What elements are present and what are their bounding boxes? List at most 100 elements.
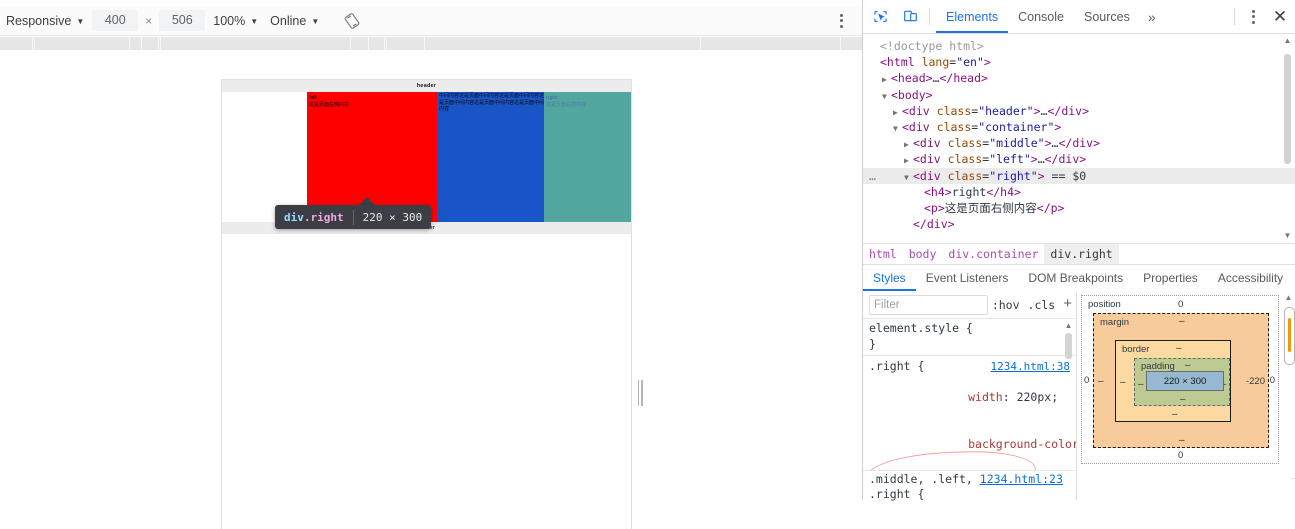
viewport-resize-handle[interactable] <box>636 375 644 411</box>
padding-bottom-value[interactable]: – <box>1180 394 1186 405</box>
viewport-height-input[interactable]: 506 <box>159 10 206 31</box>
tooltip-divider <box>352 209 354 225</box>
new-style-rule-button[interactable]: + <box>1059 295 1076 312</box>
margin-right-value[interactable]: -220 <box>1246 376 1265 387</box>
margin-bottom-value[interactable]: – <box>1179 435 1185 446</box>
padding-top-value[interactable]: – <box>1185 360 1191 371</box>
panel-tab-styles[interactable]: Styles <box>863 266 916 291</box>
tab-console[interactable]: Console <box>1008 1 1074 33</box>
declaration-value: 220px; <box>1016 390 1059 404</box>
scrollbar-thumb[interactable] <box>1065 333 1072 359</box>
tab-sources[interactable]: Sources <box>1074 1 1140 33</box>
panel-tab-properties[interactable]: Properties <box>1133 266 1208 291</box>
styles-filter-bar: Filter :hov .cls + <box>863 291 1076 319</box>
dom-tree: <!doctype html> <html lang="en"> ▶ <head>…<… <box>863 34 1295 242</box>
rotate-device-icon[interactable] <box>339 12 365 29</box>
devtools-tabbar: Elements Console Sources » ✕ <box>863 0 1295 34</box>
devtools-panel: Elements Console Sources » ✕ <!doctype h… <box>862 0 1295 501</box>
panel-tab-dom-breakpoints[interactable]: DOM Breakpoints <box>1018 266 1133 291</box>
next-style-rule[interactable]: .middle, .left, 1234.html:23 .right { <box>863 470 1076 501</box>
border-bottom-value[interactable]: – <box>1172 409 1178 420</box>
more-options-icon[interactable] <box>828 13 854 28</box>
breadcrumb-item[interactable]: div.container <box>942 244 1044 264</box>
dom-node-line[interactable]: ▶ <div class="left">…</div> <box>863 151 1295 167</box>
breadcrumb-item[interactable]: body <box>903 244 943 264</box>
dom-node-line[interactable]: ▶ <head>…</head> <box>863 70 1295 86</box>
declaration-name: background-color <box>968 436 1076 451</box>
zoom-select[interactable]: 100% ▼ <box>207 14 264 28</box>
device-emulation-toolbar: Responsive ▼ 400 × 506 100% ▼ Online ▼ <box>0 6 862 36</box>
hov-toggle[interactable]: :hov <box>988 298 1024 312</box>
close-devtools-icon[interactable]: ✕ <box>1265 7 1295 27</box>
box-model-content-size[interactable]: 220 × 300 <box>1146 371 1224 391</box>
viewport-ruler <box>0 37 862 51</box>
scroll-down-icon[interactable]: ▼ <box>1283 231 1292 240</box>
box-model-scrollbar[interactable]: ▲ <box>1283 293 1295 468</box>
styles-filter-input[interactable]: Filter <box>869 294 988 315</box>
scrollbar-thumb[interactable] <box>1284 307 1295 365</box>
margin-left-value[interactable]: – <box>1098 376 1104 387</box>
zoom-select-label: 100% <box>213 13 246 28</box>
devtools-screenshot: Responsive ▼ 400 × 506 100% ▼ Online ▼ h… <box>0 0 1295 529</box>
devtools-menu-icon[interactable] <box>1241 9 1265 24</box>
styles-scrollbar[interactable]: ▲ <box>1063 321 1074 497</box>
more-tabs-icon[interactable]: » <box>1140 1 1164 33</box>
breadcrumb: html body div.container div.right <box>863 243 1295 264</box>
margin-top-value[interactable]: – <box>1179 316 1185 327</box>
dom-node-line[interactable]: </div> <box>863 216 1295 232</box>
throttling-select[interactable]: Online ▼ <box>264 14 325 28</box>
emulated-page-canvas: header left 这是页面左侧内容 中间内容这是页面中间内容这是页面中间内… <box>0 50 862 529</box>
styles-pane: Filter :hov .cls + element.style { } .ri… <box>863 291 1077 501</box>
border-left-value[interactable]: – <box>1120 377 1126 388</box>
dom-node-line[interactable]: ▶ <div class="header">…</div> <box>863 103 1295 119</box>
scroll-up-icon[interactable]: ▲ <box>1064 321 1073 330</box>
left-heading: left <box>309 95 317 101</box>
dimension-separator: × <box>145 13 153 28</box>
declaration-background-color[interactable]: background-color: <box>869 421 1076 468</box>
device-toolbar-icon[interactable] <box>897 4 923 30</box>
rendered-page: header left 这是页面左侧内容 中间内容这是页面中间内容这是页面中间内… <box>222 80 631 529</box>
browser-viewport-area: Responsive ▼ 400 × 506 100% ▼ Online ▼ h… <box>0 0 862 529</box>
panel-tab-event-listeners[interactable]: Event Listeners <box>916 266 1019 291</box>
breadcrumb-item[interactable]: html <box>863 244 903 264</box>
scroll-up-icon[interactable]: ▲ <box>1283 36 1292 45</box>
position-bottom-value[interactable]: 0 <box>1178 450 1183 461</box>
tooltip-class: .right <box>303 210 344 224</box>
left-text: 这是页面左侧内容 <box>309 102 350 108</box>
position-right-value[interactable]: 0 <box>1270 375 1275 386</box>
inspect-element-icon[interactable] <box>867 4 893 30</box>
dom-node-line[interactable]: <html lang="en"> <box>863 54 1295 70</box>
element-style-selector: element.style { <box>869 321 973 335</box>
dom-node-line[interactable]: <p>这是页面右侧内容</p> <box>863 200 1295 216</box>
element-style-close: } <box>869 336 876 351</box>
tooltip-tag: div <box>284 210 304 224</box>
next-rule-source-link[interactable]: 1234.html:23 <box>980 472 1063 486</box>
rule-source-link[interactable]: 1234.html:38 <box>991 359 1070 375</box>
device-select[interactable]: Responsive ▼ <box>0 6 90 36</box>
cls-toggle[interactable]: .cls <box>1024 298 1060 312</box>
scroll-up-icon[interactable]: ▲ <box>1284 293 1293 302</box>
viewport-width-input[interactable]: 400 <box>92 10 139 31</box>
element-style-rule[interactable]: element.style { } <box>863 318 1076 356</box>
breadcrumb-item[interactable]: div.right <box>1044 244 1119 264</box>
dom-node-line[interactable]: … ▼ <div class="right"> == $0 <box>863 167 1295 184</box>
padding-left-value[interactable]: – <box>1138 379 1144 390</box>
dom-node-line[interactable]: ▶ <div class="middle">…</div> <box>863 135 1295 151</box>
scrollbar-thumb[interactable] <box>1284 54 1291 164</box>
chevron-down-icon: ▼ <box>311 16 320 26</box>
dom-tree-scrollbar[interactable]: ▲ ▼ <box>1282 36 1293 240</box>
declaration-width[interactable]: width: 220px; <box>869 375 1076 422</box>
border-top-value[interactable]: – <box>1176 343 1182 354</box>
dom-node-line[interactable]: ▼ <div class="container"> <box>863 119 1295 135</box>
dom-node-line[interactable]: ▼ <body> <box>863 87 1295 103</box>
position-top-value[interactable]: 0 <box>1178 299 1183 310</box>
device-select-label: Responsive <box>6 13 72 28</box>
node-menu-icon[interactable]: … <box>869 168 877 184</box>
viewport-size-group: 400 × 506 <box>90 6 207 36</box>
panel-tab-accessibility[interactable]: Accessibility <box>1208 266 1293 291</box>
dom-node-line[interactable]: <!doctype html> <box>863 38 1295 54</box>
position-left-value[interactable]: 0 <box>1084 375 1089 386</box>
border-label: border <box>1122 344 1150 355</box>
tab-elements[interactable]: Elements <box>936 1 1009 33</box>
dom-node-line[interactable]: <h4>right</h4> <box>863 184 1295 200</box>
